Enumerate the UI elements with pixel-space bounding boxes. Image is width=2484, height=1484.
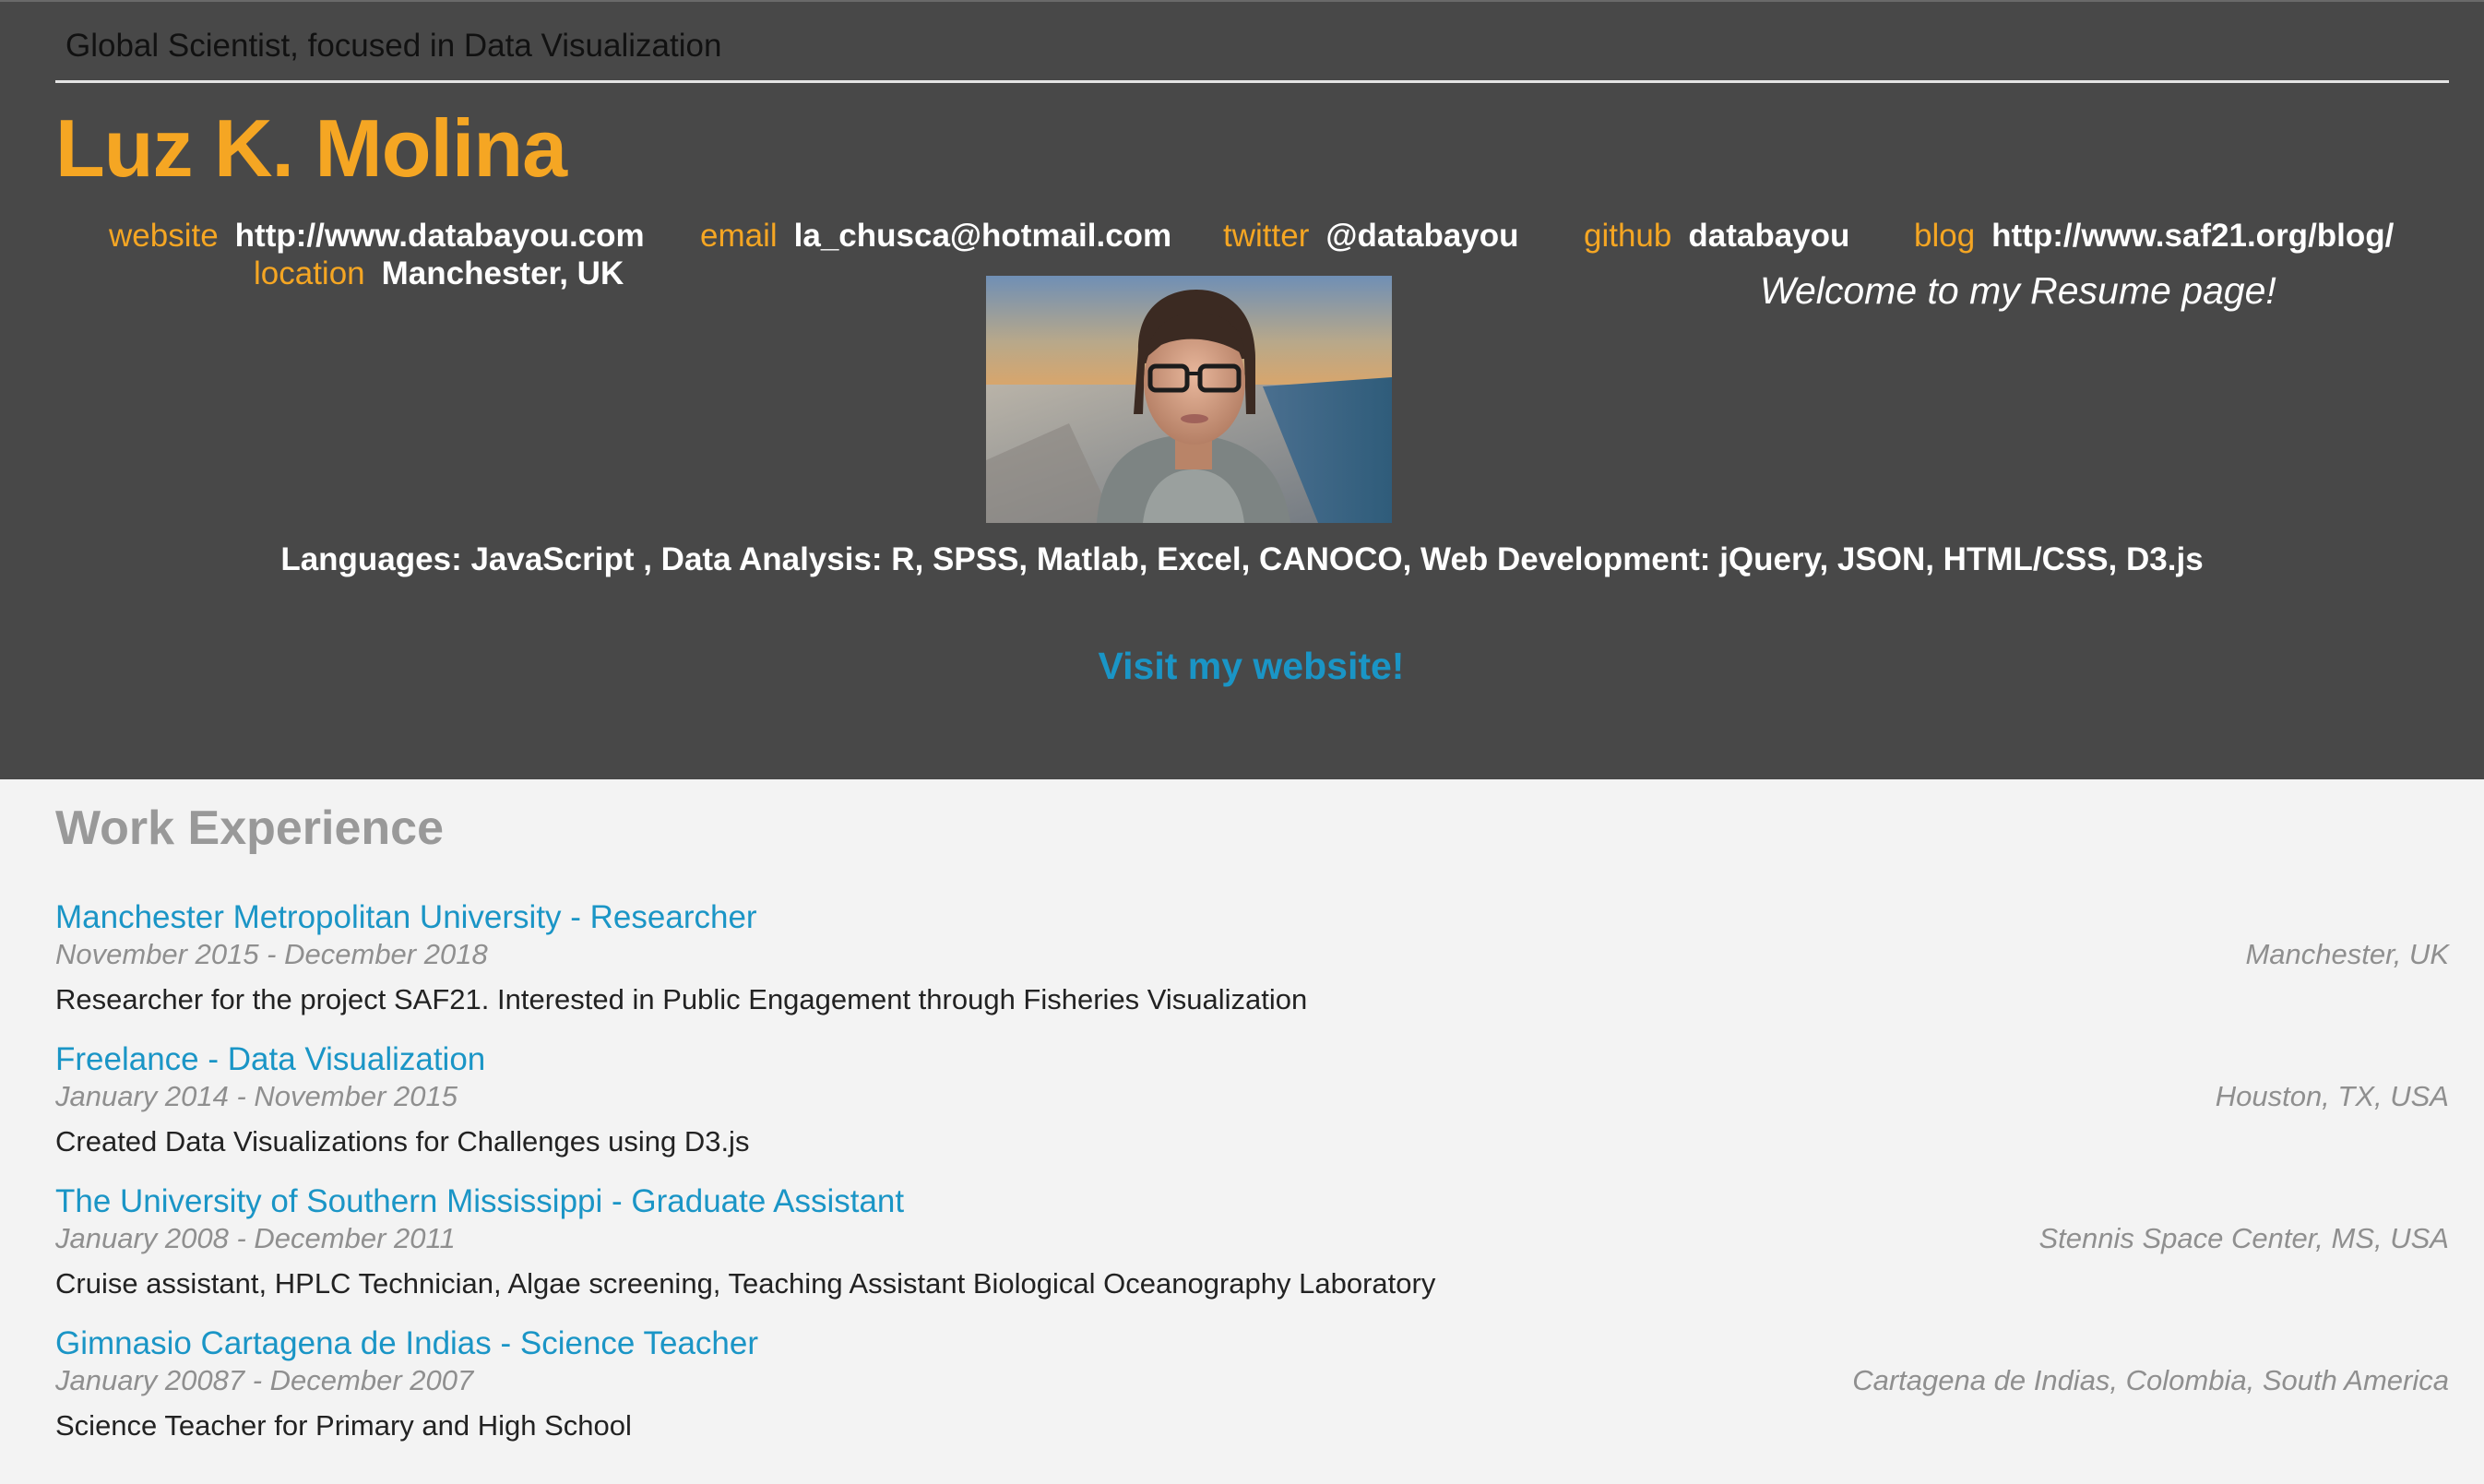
contact-email-label: email	[700, 218, 778, 254]
visit-website-link[interactable]: Visit my website!	[0, 645, 2484, 688]
job-location: Houston, TX, USA	[2215, 1080, 2449, 1112]
location-value: Manchester, UK	[381, 255, 624, 291]
job-location: Manchester, UK	[2245, 938, 2449, 970]
job-title-link[interactable]: Gimnasio Cartagena de Indias - Science T…	[55, 1325, 758, 1362]
contact-location-label: location	[254, 255, 365, 291]
job-dates: November 2015 - December 2018	[55, 938, 488, 970]
twitter-link[interactable]: @databayou	[1325, 218, 1518, 254]
contact-location: location Manchester, UK	[254, 255, 624, 292]
header-divider	[55, 80, 2449, 83]
profile-photo	[986, 276, 1392, 523]
job-description: Researcher for the project SAF21. Intere…	[55, 983, 1308, 1015]
job-dates: January 2008 - December 2011	[55, 1222, 456, 1254]
job-entry: The University of Southern Mississippi -…	[55, 1183, 2449, 1331]
job-entry: Manchester Metropolitan University - Res…	[55, 899, 2449, 1047]
contact-website-label: website	[109, 218, 219, 254]
job-dates: January 2014 - November 2015	[55, 1080, 458, 1112]
github-link[interactable]: databayou	[1688, 218, 1849, 254]
contact-website: website http://www.databayou.com	[109, 218, 645, 255]
welcome-message: Welcome to my Resume page!	[1760, 269, 2276, 312]
website-link[interactable]: http://www.databayou.com	[235, 218, 645, 254]
tagline: Global Scientist, focused in Data Visual…	[65, 28, 722, 64]
contact-blog-label: blog	[1914, 218, 1976, 254]
contact-email: email la_chusca@hotmail.com	[700, 218, 1171, 255]
job-description: Science Teacher for Primary and High Sch…	[55, 1409, 632, 1442]
job-location: Stennis Space Center, MS, USA	[2038, 1222, 2449, 1254]
work-experience-title: Work Experience	[55, 801, 445, 855]
job-entry: Gimnasio Cartagena de Indias - Science T…	[55, 1325, 2449, 1473]
contact-twitter: twitter @databayou	[1223, 218, 1519, 255]
header: Global Scientist, focused in Data Visual…	[0, 0, 2484, 779]
contact-github: github databayou	[1584, 218, 1849, 255]
job-description: Cruise assistant, HPLC Technician, Algae…	[55, 1267, 1436, 1300]
person-name: Luz K. Molina	[55, 102, 567, 194]
job-location: Cartagena de Indias, Colombia, South Ame…	[1852, 1364, 2449, 1396]
contact-blog: blog http://www.saf21.org/blog/	[1914, 218, 2394, 255]
languages-summary: Languages: JavaScript , Data Analysis: R…	[280, 541, 2204, 577]
email-link[interactable]: la_chusca@hotmail.com	[794, 218, 1172, 254]
job-title-link[interactable]: Manchester Metropolitan University - Res…	[55, 899, 757, 936]
job-entry: Freelance - Data Visualization January 2…	[55, 1041, 2449, 1189]
blog-link[interactable]: http://www.saf21.org/blog/	[1991, 218, 2394, 254]
job-description: Created Data Visualizations for Challeng…	[55, 1125, 750, 1158]
contact-github-label: github	[1584, 218, 1672, 254]
job-title-link[interactable]: The University of Southern Mississippi -…	[55, 1183, 904, 1220]
contact-twitter-label: twitter	[1223, 218, 1310, 254]
job-dates: January 20087 - December 2007	[55, 1364, 474, 1396]
job-title-link[interactable]: Freelance - Data Visualization	[55, 1041, 485, 1078]
